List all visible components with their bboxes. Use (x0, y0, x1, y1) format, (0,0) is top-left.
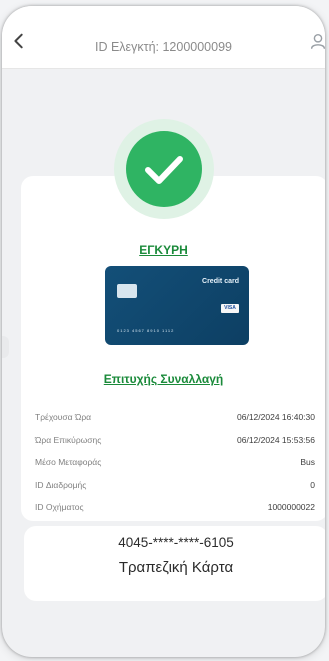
detail-row: ID Διαδρομής 0 (35, 474, 315, 497)
credit-card-image: Credit card VISA 0123 4567 8910 1112 (105, 266, 249, 345)
detail-label: ID Οχήματος (35, 502, 84, 512)
detail-row: ID Οχήματος 1000000022 (35, 496, 315, 519)
card-number-hint: 0123 4567 8910 1112 (117, 328, 175, 333)
detail-value: 06/12/2024 15:53:56 (237, 434, 315, 445)
credit-card-label: Credit card (202, 278, 239, 285)
card-pan: 4045-****-****-6105 (118, 535, 234, 550)
transaction-details: Τρέχουσα Ώρα 06/12/2024 16:40:30 Ώρα Επι… (35, 406, 315, 519)
detail-row: Ώρα Επικύρωσης 06/12/2024 15:53:56 (35, 429, 315, 452)
detail-label: ID Διαδρομής (35, 479, 87, 490)
payment-card: 4045-****-****-6105 Τραπεζική Κάρτα (24, 526, 325, 601)
phone-frame: ID Ελεγκτή: 1200000099 ΕΓΚΥΡΗ Credit car… (2, 6, 325, 657)
payment-type: Τραπεζική Κάρτα (118, 559, 234, 576)
page-title: ID Ελεγκτή: 1200000099 (95, 40, 232, 54)
user-icon[interactable] (309, 32, 325, 50)
validation-status: ΕΓΚΥΡΗ (139, 243, 188, 257)
visa-logo: VISA (221, 304, 239, 313)
detail-row: Τρέχουσα Ώρα 06/12/2024 16:40:30 (35, 406, 315, 429)
card-chip-icon (117, 284, 137, 298)
detail-value: 06/12/2024 16:40:30 (237, 412, 315, 422)
left-edge-handle (2, 336, 9, 358)
transaction-status: Επιτυχής Συναλλαγή (103, 372, 224, 386)
header: ID Ελεγκτή: 1200000099 (2, 6, 325, 69)
detail-value: 1000000022 (267, 502, 315, 512)
detail-label: Τρέχουσα Ώρα (35, 412, 92, 422)
detail-row: Μέσο Μεταφοράς Bus (35, 451, 315, 474)
detail-label: Μέσο Μεταφοράς (35, 457, 102, 467)
detail-value: 0 (310, 479, 315, 490)
detail-label: Ώρα Επικύρωσης (35, 434, 102, 445)
check-badge (126, 131, 202, 207)
detail-value: Bus (300, 457, 315, 467)
checkmark-icon (145, 156, 183, 184)
